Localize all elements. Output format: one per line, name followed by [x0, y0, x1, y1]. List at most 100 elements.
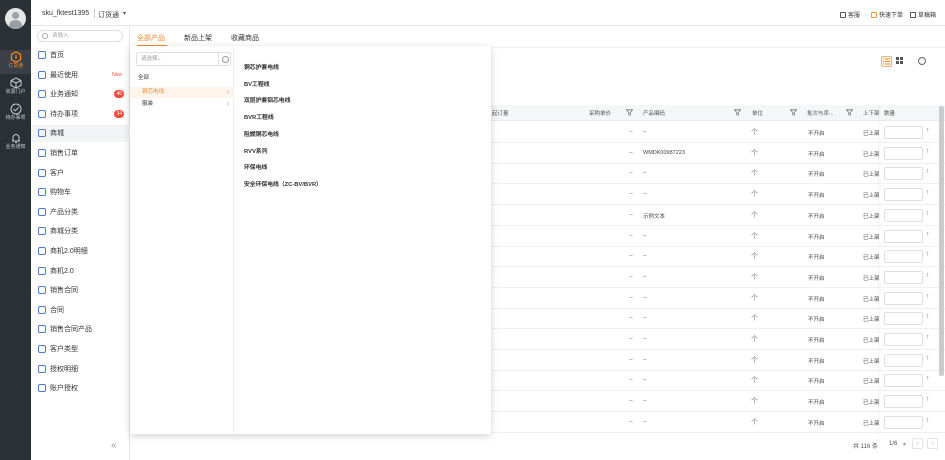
- menu-item[interactable]: 购物车: [31, 184, 130, 201]
- quantity-input[interactable]: [884, 146, 923, 160]
- stepper-up-icon[interactable]: ↑: [926, 272, 930, 279]
- filter-icon[interactable]: [846, 109, 853, 116]
- chevron-down-icon[interactable]: ▾: [123, 10, 126, 17]
- quantity-input[interactable]: [884, 415, 923, 429]
- stepper-up-icon[interactable]: ↑: [926, 334, 930, 341]
- stepper-up-icon[interactable]: ↑: [926, 189, 930, 196]
- stepper-up-icon[interactable]: ↑: [926, 148, 930, 155]
- menu-item[interactable]: 销售合同产品: [31, 321, 130, 338]
- avatar[interactable]: [5, 8, 26, 29]
- quantity-input[interactable]: [884, 188, 923, 202]
- subcategory-item[interactable]: 双层护套铝芯电线: [244, 95, 290, 104]
- unit-cell: 个: [751, 418, 758, 426]
- menu-item[interactable]: 商城分类: [31, 223, 130, 240]
- grid-view-button[interactable]: [895, 56, 906, 67]
- tab-favorites[interactable]: 收藏商品: [231, 33, 259, 43]
- quantity-input[interactable]: [884, 250, 923, 264]
- menu-item[interactable]: 首页: [31, 47, 130, 64]
- collapse-icon[interactable]: «: [111, 440, 117, 451]
- category-copper-wire[interactable]: 铜芯电线 ›: [130, 87, 233, 98]
- quantity-input[interactable]: [884, 167, 923, 181]
- gear-icon[interactable]: [918, 57, 926, 65]
- filter-icon[interactable]: [734, 109, 741, 116]
- stepper-up-icon[interactable]: ↑: [926, 417, 930, 424]
- quantity-input[interactable]: [884, 291, 923, 305]
- stepper-up-icon[interactable]: ↑: [926, 168, 930, 175]
- category-all[interactable]: 全部: [130, 73, 233, 84]
- grid-icon: [896, 57, 903, 64]
- menu-search-input[interactable]: 请输入: [37, 30, 123, 42]
- unit-cell: 个: [751, 377, 758, 385]
- quick-order-button[interactable]: 快速下单: [871, 10, 903, 19]
- draft-label: 草稿箱: [918, 13, 937, 19]
- menu-item[interactable]: 销售订单: [31, 145, 130, 162]
- menu-item[interactable]: 销售合同: [31, 282, 130, 299]
- quantity-input[interactable]: [884, 333, 923, 346]
- category-search-input[interactable]: 请选择...: [136, 52, 231, 66]
- menu-item[interactable]: 商机2.0明细: [31, 243, 130, 260]
- username[interactable]: sku_fktest1395: [42, 10, 89, 17]
- quantity-input[interactable]: [884, 208, 923, 222]
- chevron-down-icon[interactable]: ▾: [903, 441, 906, 448]
- batch-cell: 不开启: [808, 420, 825, 427]
- subcategory-item[interactable]: 阻燃铜芯电线: [244, 129, 279, 138]
- menu-item[interactable]: 产品分类: [31, 204, 130, 221]
- filter-icon[interactable]: [626, 109, 633, 116]
- menu-item[interactable]: 账户授权: [31, 380, 130, 397]
- next-page-button[interactable]: ›: [927, 438, 938, 449]
- menu-item[interactable]: 合同: [31, 302, 130, 319]
- stepper-up-icon[interactable]: ↑: [926, 127, 930, 134]
- menu-item[interactable]: 业务通知 46: [31, 86, 130, 103]
- service-button[interactable]: 客服: [840, 10, 860, 19]
- filter-icon[interactable]: [790, 109, 797, 116]
- prev-page-button[interactable]: ‹: [912, 438, 923, 449]
- batch-cell: 不开启: [808, 234, 825, 241]
- subcategory-item[interactable]: BV工程线: [244, 79, 269, 88]
- quantity-input[interactable]: [884, 270, 923, 284]
- tab-new-products[interactable]: 新品上架: [184, 33, 212, 43]
- menu-item[interactable]: 待办事项 34: [31, 106, 130, 123]
- category-apparel[interactable]: 服装 ›: [130, 99, 233, 110]
- subcategory-item[interactable]: BVR工程线: [244, 112, 274, 121]
- unit-cell: 个: [751, 232, 758, 240]
- rail-item-notice[interactable]: 业务通知: [0, 131, 31, 155]
- app-switcher[interactable]: 订货通: [98, 10, 119, 20]
- subcategory-item[interactable]: 安全环保电线（ZC-BV/BVR）: [244, 179, 322, 188]
- scrollbar[interactable]: [939, 106, 944, 376]
- stepper-up-icon[interactable]: ↑: [926, 355, 930, 362]
- rail-item-dinghuotong[interactable]: 订货通: [0, 50, 31, 74]
- service-label: 客服: [848, 13, 861, 19]
- tab-all-products[interactable]: 全部产品: [137, 33, 165, 43]
- stepper-up-icon[interactable]: ↑: [926, 293, 930, 300]
- list-view-button[interactable]: [881, 56, 892, 67]
- menu-item[interactable]: 商城: [31, 125, 130, 143]
- stepper-up-icon[interactable]: ↑: [926, 375, 930, 382]
- headset-icon: [840, 12, 846, 18]
- draft-button[interactable]: 草稿箱: [910, 10, 936, 19]
- quantity-input[interactable]: [884, 353, 923, 367]
- rail-item-todo[interactable]: 待办事项: [0, 102, 31, 126]
- price-cell: --: [629, 170, 633, 177]
- stepper-up-icon[interactable]: ↑: [926, 231, 930, 238]
- subcategory-item[interactable]: 铜芯护套电线: [244, 62, 279, 71]
- page-indicator[interactable]: 1/6: [889, 441, 897, 447]
- rail-item-portal[interactable]: 资源门户: [0, 76, 31, 100]
- quantity-input[interactable]: [884, 395, 923, 409]
- search-icon[interactable]: [218, 53, 230, 65]
- subcategory-item[interactable]: 环保电线: [244, 162, 267, 171]
- quantity-input[interactable]: [884, 126, 923, 139]
- menu-item[interactable]: 授权明细: [31, 361, 130, 378]
- stepper-up-icon[interactable]: ↑: [926, 313, 930, 320]
- quantity-input[interactable]: [884, 374, 923, 388]
- menu-item[interactable]: 最近使用 New: [31, 67, 130, 84]
- menu-item[interactable]: 客户: [31, 165, 130, 182]
- menu-item[interactable]: 商机2.0: [31, 263, 130, 280]
- stepper-up-icon[interactable]: ↑: [926, 251, 930, 258]
- quantity-input[interactable]: [884, 229, 923, 243]
- stepper-up-icon[interactable]: ↑: [926, 396, 930, 403]
- quantity-input[interactable]: [884, 312, 923, 326]
- menu-item[interactable]: 客户类型: [31, 341, 130, 358]
- app-root: 订货通 资源门户 待办事项 业务通知 sku_fktest1395 订货通 ▾ …: [0, 0, 945, 460]
- subcategory-item[interactable]: RVV系列: [244, 146, 267, 155]
- stepper-up-icon[interactable]: ↑: [926, 210, 930, 217]
